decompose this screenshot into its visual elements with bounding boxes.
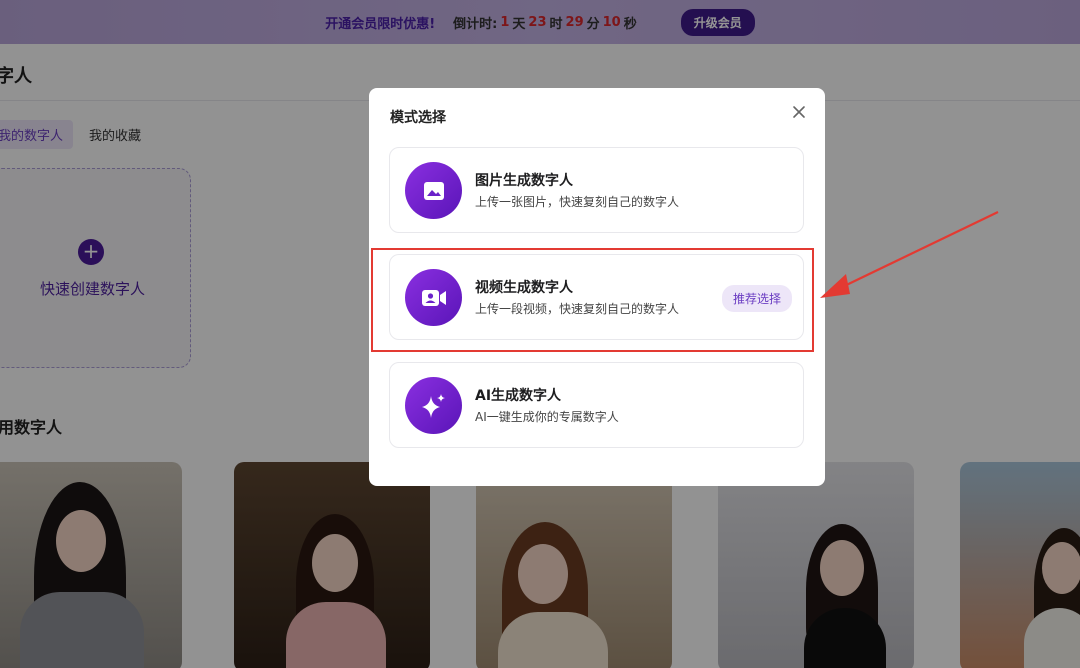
annotation-arrow-icon — [820, 211, 999, 298]
